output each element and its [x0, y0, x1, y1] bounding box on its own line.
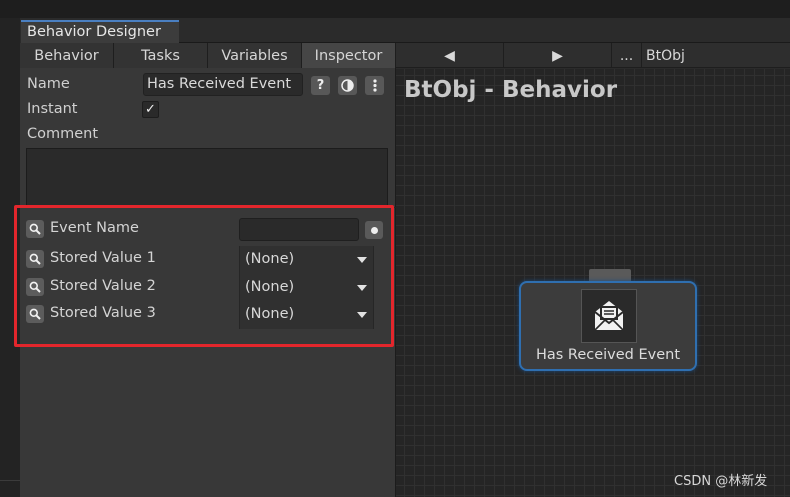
- envelope-icon: [581, 289, 637, 343]
- tab-variables[interactable]: Variables: [208, 43, 302, 68]
- dropdown-arrow-icon: [357, 285, 367, 291]
- dropdown-value: (None): [245, 306, 295, 322]
- left-dock-edge: [0, 18, 20, 497]
- dropdown-value: (None): [245, 251, 295, 267]
- tab-inspector[interactable]: Inspector: [302, 43, 396, 68]
- stored-value-label: Stored Value 2: [50, 278, 156, 294]
- stored-value-row: Stored Value 1 (None): [26, 246, 386, 274]
- dropdown-value: (None): [245, 279, 295, 295]
- prev-button[interactable]: ◀: [396, 43, 504, 68]
- tab-tasks[interactable]: Tasks: [114, 43, 208, 68]
- window-tab[interactable]: Behavior Designer: [21, 20, 179, 43]
- stored-value-label: Stored Value 1: [50, 250, 156, 266]
- graph-title: BtObj - Behavior: [404, 77, 618, 103]
- inspector-panel: Behavior Tasks Variables Inspector Name …: [14, 43, 396, 497]
- search-icon[interactable]: [26, 220, 44, 238]
- stored-value-dropdown[interactable]: (None): [239, 301, 374, 329]
- comment-field[interactable]: [26, 148, 388, 206]
- more-options-icon[interactable]: [365, 76, 384, 95]
- event-name-input[interactable]: [239, 218, 359, 241]
- graph-canvas[interactable]: BtObj - Behavior Has Received Event: [396, 69, 790, 497]
- section-divider: [20, 207, 396, 208]
- event-name-row: Event Name: [26, 218, 386, 242]
- tab-behavior[interactable]: Behavior: [20, 43, 114, 68]
- toggle-half-icon[interactable]: [338, 76, 357, 95]
- help-button[interactable]: ?: [311, 76, 330, 95]
- stored-value-label: Stored Value 3: [50, 305, 156, 321]
- stored-value-row: Stored Value 2 (None): [26, 274, 386, 302]
- search-icon[interactable]: [26, 250, 44, 268]
- stored-value-row: Stored Value 3 (None): [26, 301, 386, 329]
- object-selector[interactable]: BtObj: [642, 43, 788, 68]
- stored-value-dropdown[interactable]: (None): [239, 246, 374, 274]
- task-node[interactable]: Has Received Event: [519, 281, 697, 371]
- dropdown-arrow-icon: [357, 312, 367, 318]
- instant-checkbox[interactable]: ✓: [142, 101, 159, 118]
- ellipsis-button[interactable]: ...: [612, 43, 642, 68]
- name-label: Name: [27, 76, 70, 92]
- graph-nav-bar: ◀ ▶ ... BtObj: [396, 43, 790, 68]
- search-icon[interactable]: [26, 305, 44, 323]
- name-field[interactable]: Has Received Event: [143, 73, 303, 96]
- variable-toggle-button[interactable]: [365, 221, 383, 239]
- instant-label: Instant: [27, 101, 78, 117]
- title-strip: [0, 0, 790, 18]
- stored-value-dropdown[interactable]: (None): [239, 274, 374, 302]
- node-label: Has Received Event: [535, 347, 681, 363]
- panel-tabs: Behavior Tasks Variables Inspector: [20, 43, 396, 68]
- event-name-label: Event Name: [50, 220, 139, 236]
- dropdown-arrow-icon: [357, 257, 367, 263]
- comment-label: Comment: [27, 126, 99, 142]
- next-button[interactable]: ▶: [504, 43, 612, 68]
- watermark: CSDN @林新发: [674, 474, 768, 489]
- search-icon[interactable]: [26, 278, 44, 296]
